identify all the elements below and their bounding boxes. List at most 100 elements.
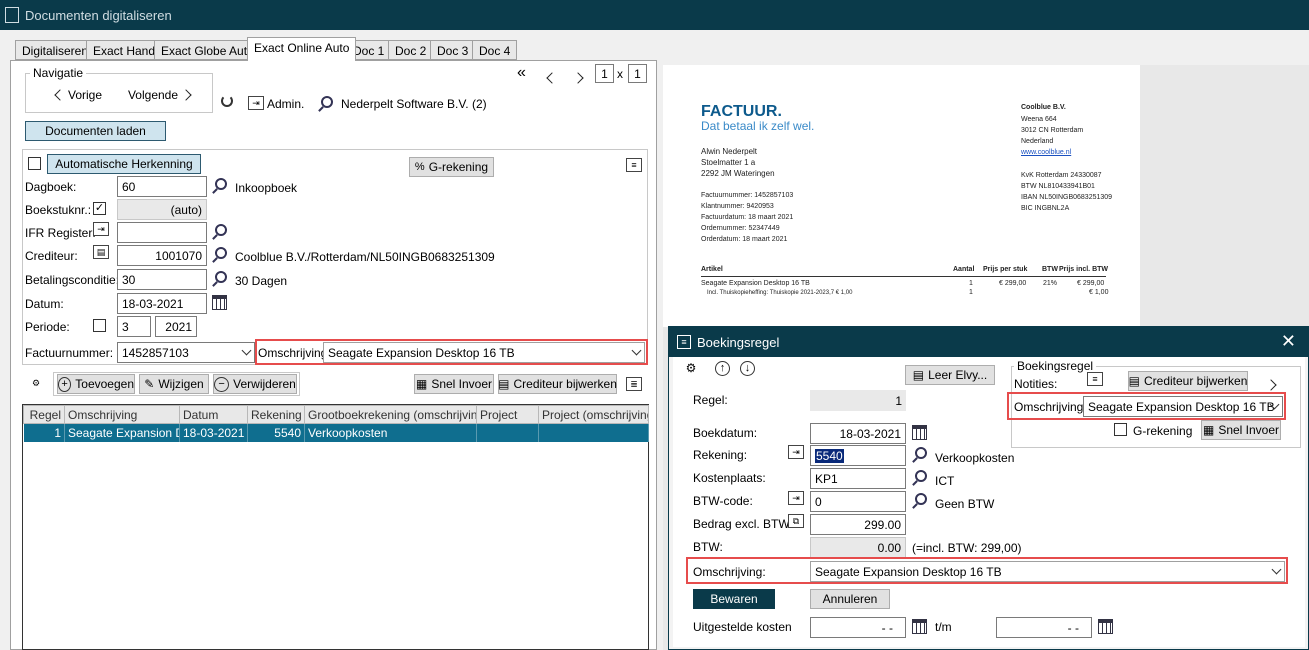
- col-regel[interactable]: Regel: [23, 405, 65, 424]
- dagboek-search-icon[interactable]: [215, 178, 227, 190]
- uitgesteld-to-input[interactable]: - -: [996, 617, 1092, 638]
- search-icon[interactable]: [321, 96, 333, 108]
- plus-icon: +: [58, 376, 72, 392]
- col-project[interactable]: Project: [476, 405, 539, 424]
- snel-invoer-button[interactable]: ▦ Snel Invoer: [414, 374, 494, 394]
- boekdatum-input[interactable]: 18-03-2021: [810, 423, 906, 444]
- admin-link[interactable]: Admin.: [267, 97, 304, 111]
- annuleren-button[interactable]: Annuleren: [810, 589, 890, 609]
- g-rekening-checkbox[interactable]: [1114, 423, 1127, 436]
- tab-exact-online-auto[interactable]: Exact Online Auto: [247, 37, 357, 61]
- pencil-icon: ✎: [144, 377, 155, 391]
- bedrag-label: Bedrag excl. BTW:: [693, 517, 793, 531]
- rekening-import-icon[interactable]: ⇥: [788, 445, 804, 459]
- ifr-input[interactable]: [117, 222, 207, 243]
- uitgesteld-from-calendar-icon[interactable]: [912, 619, 927, 634]
- verwijderen-button[interactable]: − Verwijderen: [213, 374, 297, 394]
- kostenplaats-input[interactable]: KP1: [810, 468, 906, 489]
- invoice-meta: Ordernummer: 52347449: [701, 225, 780, 232]
- cell: Verkoopkosten: [304, 423, 477, 442]
- col-project-omschr[interactable]: Project (omschrijving): [538, 405, 649, 424]
- btwcode-input[interactable]: 0: [810, 491, 906, 512]
- leer-elvy-button[interactable]: ▤ Leer Elvy...: [905, 365, 995, 385]
- invoice-line2-incl: € 1,00: [1089, 289, 1109, 296]
- betaling-input[interactable]: 30: [117, 269, 207, 290]
- bewaren-button[interactable]: Bewaren: [693, 589, 775, 609]
- crediteur-bijwerken-button[interactable]: ▤ Crediteur bijwerken: [498, 374, 617, 394]
- dialog-icon: ≡: [677, 335, 691, 349]
- dagboek-input[interactable]: 60: [117, 176, 207, 197]
- tab-doc4[interactable]: Doc 4: [472, 40, 518, 60]
- periode-checkbox[interactable]: [93, 319, 106, 332]
- toevoegen-button[interactable]: + Toevoegen: [57, 374, 135, 394]
- kostenplaats-search-icon[interactable]: [915, 470, 927, 482]
- tab-exact-hand[interactable]: Exact Hand: [86, 40, 163, 60]
- chevron-left-icon: [54, 89, 66, 101]
- uitgesteld-from-input[interactable]: - -: [810, 617, 906, 638]
- ifr-import-icon[interactable]: ⇥: [93, 222, 109, 236]
- auto-recognition-button[interactable]: Automatische Herkenning: [47, 154, 201, 174]
- page-number-input[interactable]: 1: [595, 64, 614, 83]
- periode-year-input[interactable]: 2021: [155, 316, 197, 337]
- col-grootboek[interactable]: Grootboekrekening (omschrijving): [304, 405, 477, 424]
- btwcode-search-icon[interactable]: [915, 493, 927, 505]
- tab-doc2[interactable]: Doc 2: [388, 40, 434, 60]
- prev-button[interactable]: Vorige: [40, 84, 118, 106]
- factuur-select[interactable]: 1452857103: [117, 342, 255, 363]
- chevron-down-icon: [241, 345, 252, 356]
- tab-digitaliseren[interactable]: Digitaliseren: [15, 40, 96, 60]
- dialog-crediteur-bijwerken-button[interactable]: ▤ Crediteur bijwerken: [1128, 371, 1248, 391]
- uitgesteld-to-calendar-icon[interactable]: [1098, 619, 1113, 634]
- first-page-icon[interactable]: «: [517, 64, 526, 82]
- notes-icon[interactable]: ≡: [1087, 372, 1103, 386]
- col-rekening[interactable]: Rekening: [247, 405, 305, 424]
- customer-street: Stoelmatter 1 a: [701, 158, 756, 167]
- settings-icon[interactable]: ⚙: [683, 362, 699, 376]
- ifr-search-icon[interactable]: [215, 224, 227, 236]
- arrow-down-icon[interactable]: ↓: [740, 361, 755, 376]
- bedrag-input[interactable]: 299.00: [810, 514, 906, 535]
- invoice-col-btw: BTW: [1042, 266, 1058, 273]
- settings-icon[interactable]: ⚙: [28, 377, 44, 391]
- chevron-right-icon[interactable]: [1265, 379, 1277, 391]
- crediteur-search-icon[interactable]: [215, 247, 227, 259]
- rekening-input[interactable]: 5540: [810, 445, 906, 466]
- tab-doc3[interactable]: Doc 3: [430, 40, 476, 60]
- crediteur-card-icon[interactable]: ▤: [93, 245, 109, 259]
- vendor-country: Nederland: [1021, 138, 1054, 145]
- admin-icon: ⇥: [248, 96, 264, 110]
- export-icon[interactable]: ≣: [626, 377, 642, 391]
- invoice-col-prijs: Prijs per stuk: [983, 266, 1028, 273]
- next-page-icon[interactable]: [572, 72, 584, 84]
- periode-input[interactable]: 3: [117, 316, 151, 337]
- notities-label: Notities:: [1014, 377, 1058, 391]
- auto-recognition-checkbox[interactable]: [28, 157, 41, 170]
- cell: 1: [23, 423, 65, 442]
- vendor-kvk: KvK Rotterdam 24330087: [1021, 172, 1102, 179]
- datum-calendar-icon[interactable]: [212, 295, 227, 310]
- btwcode-import-icon[interactable]: ⇥: [788, 491, 804, 505]
- betaling-search-icon[interactable]: [215, 271, 227, 283]
- table-row[interactable]: 1 Seagate Expansion De 18-03-2021 5540 V…: [23, 423, 649, 442]
- col-omschrijving[interactable]: Omschrijving: [64, 405, 180, 424]
- bedrag-copy-icon[interactable]: ⧉: [788, 514, 804, 528]
- wijzigen-button[interactable]: ✎ Wijzigen: [139, 374, 209, 394]
- col-datum[interactable]: Datum: [179, 405, 248, 424]
- boekstuk-checkbox[interactable]: ✓: [93, 202, 106, 215]
- dialog-snel-invoer-button[interactable]: ▦ Snel Invoer: [1201, 420, 1281, 440]
- kostenplaats-label: Kostenplaats:: [693, 471, 766, 485]
- close-icon[interactable]: ✕: [1281, 331, 1296, 352]
- arrow-up-icon[interactable]: ↑: [715, 361, 730, 376]
- rekening-search-icon[interactable]: [915, 447, 927, 459]
- next-button[interactable]: Volgende: [120, 84, 198, 106]
- g-rekening-button[interactable]: % G-rekening: [409, 157, 494, 177]
- datum-input[interactable]: 18-03-2021: [117, 293, 207, 314]
- prev-page-icon[interactable]: [546, 72, 558, 84]
- notes-icon[interactable]: ≡: [626, 158, 642, 172]
- invoice-tagline: Dat betaal ik zelf wel.: [701, 119, 815, 133]
- documenten-laden-button[interactable]: Documenten laden: [25, 121, 166, 141]
- crediteur-input[interactable]: 1001070: [117, 245, 207, 266]
- boekdatum-calendar-icon[interactable]: [912, 425, 927, 440]
- refresh-icon[interactable]: [221, 95, 233, 107]
- tab-exact-globe-auto[interactable]: Exact Globe Auto: [154, 40, 261, 60]
